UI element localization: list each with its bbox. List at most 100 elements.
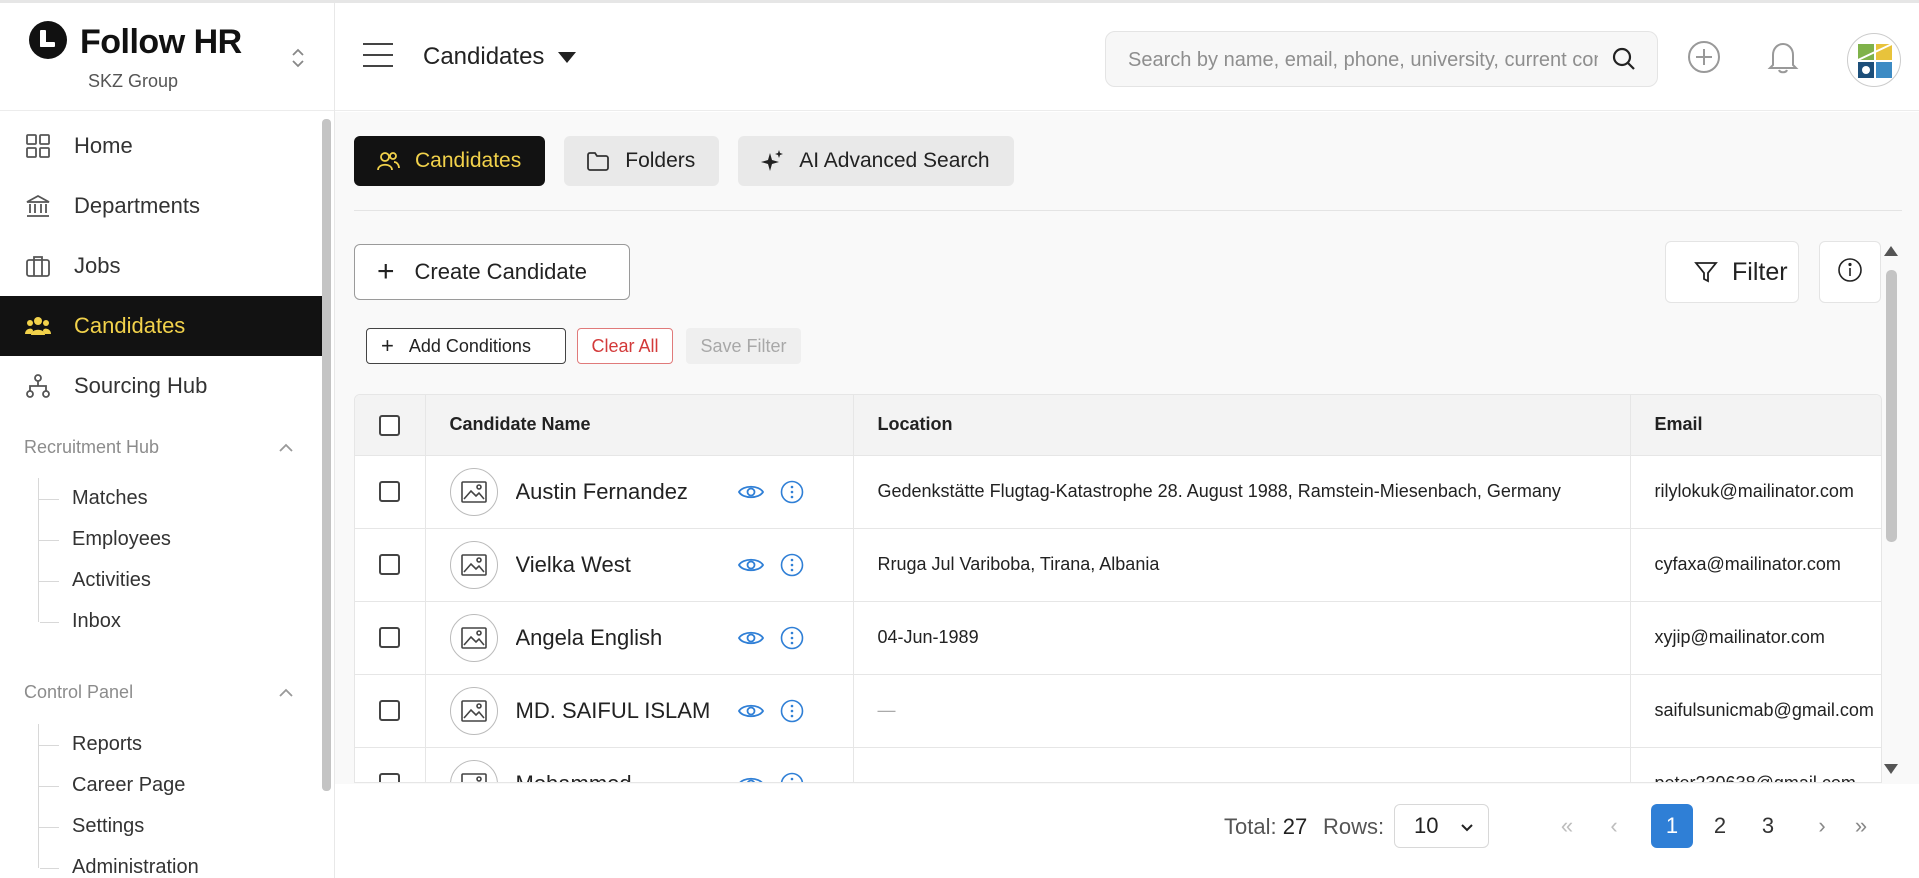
hierarchy-icon xyxy=(24,372,52,400)
prev-page-icon[interactable]: ‹ xyxy=(1599,804,1629,848)
sidebar-item-sourcing-hub[interactable]: Sourcing Hub xyxy=(0,356,322,416)
candidate-name[interactable]: MD. SAIFUL ISLAM xyxy=(516,698,734,724)
more-info-icon[interactable] xyxy=(780,480,804,504)
candidate-name[interactable]: Angela English xyxy=(516,625,734,651)
eye-icon[interactable] xyxy=(738,775,764,782)
plus-icon: + xyxy=(381,333,394,358)
sidebar-item-matches[interactable]: Matches xyxy=(39,478,298,519)
candidate-name[interactable]: Austin Fernandez xyxy=(516,479,734,505)
row-checkbox[interactable] xyxy=(379,554,401,576)
table-scrollbar[interactable] xyxy=(1886,270,1897,542)
add-conditions-button[interactable]: + Add Conditions xyxy=(366,328,566,364)
row-select-cell xyxy=(355,747,426,782)
brand-block[interactable]: Follow HR SKZ Group xyxy=(0,3,334,111)
folder-icon xyxy=(586,150,610,172)
eye-icon[interactable] xyxy=(737,702,764,720)
eye-icon[interactable] xyxy=(737,629,764,647)
row-checkbox[interactable] xyxy=(379,700,401,722)
select-all-checkbox[interactable] xyxy=(379,414,401,436)
table-row[interactable]: MD. SAIFUL ISLAM — saifulsunicmab@gmail.co… xyxy=(355,674,1881,748)
sidebar-item-settings[interactable]: Settings xyxy=(39,806,298,847)
table-row[interactable]: Austin Fernandez Gedenkstätte Flugtag-Kat… xyxy=(355,455,1881,529)
row-checkbox[interactable] xyxy=(379,627,401,649)
tabs-divider xyxy=(354,210,1902,211)
top-header: Candidates xyxy=(335,3,1919,111)
sidebar-item-employees[interactable]: Employees xyxy=(39,519,298,560)
table-row[interactable]: Angela English 04-Jun-1989 xyjip@mailinato… xyxy=(355,601,1881,675)
users-icon xyxy=(376,150,400,172)
sidebar-item-inbox[interactable]: Inbox xyxy=(38,601,298,642)
page-3-button[interactable]: 3 xyxy=(1747,804,1789,848)
funnel-icon xyxy=(1694,260,1718,284)
candidate-name[interactable]: Vielka West xyxy=(516,552,734,578)
image-placeholder-icon xyxy=(449,759,498,782)
org-switcher-icon[interactable] xyxy=(288,47,308,73)
create-candidate-button[interactable]: + Create Candidate xyxy=(354,244,630,300)
tab-folders[interactable]: Folders xyxy=(564,136,720,186)
tab-ai-advanced-search[interactable]: AI Advanced Search xyxy=(738,136,1014,186)
candidates-table: Candidate Name Location Email Austin Fer… xyxy=(354,394,1882,783)
search-icon[interactable] xyxy=(1611,46,1637,77)
bell-icon[interactable] xyxy=(1766,39,1800,80)
user-avatar[interactable] xyxy=(1847,33,1901,87)
row-checkbox[interactable] xyxy=(379,773,401,782)
recruitment-hub-header[interactable]: Recruitment Hub xyxy=(24,437,294,458)
page-2-button[interactable]: 2 xyxy=(1699,804,1741,848)
brand-name: Follow HR xyxy=(80,23,242,61)
sidebar-item-administration[interactable]: Administration xyxy=(38,847,298,878)
more-info-icon[interactable] xyxy=(780,553,804,577)
eye-icon[interactable] xyxy=(737,556,764,574)
candidate-name-cell: MD. SAIFUL ISLAM xyxy=(425,674,854,748)
chevron-up-icon[interactable] xyxy=(278,682,294,703)
column-header-location[interactable]: Location xyxy=(853,395,1631,456)
sidebar-item-career-page[interactable]: Career Page xyxy=(39,765,298,806)
page-switcher[interactable]: Candidates xyxy=(423,43,577,71)
section-title: Recruitment Hub xyxy=(24,437,160,457)
control-panel-header[interactable]: Control Panel xyxy=(24,682,294,703)
sidebar-item-jobs[interactable]: Jobs xyxy=(0,236,322,296)
table-row[interactable]: Mohammed peter230638@gmail.com xyxy=(355,747,1881,783)
tab-candidates[interactable]: Candidates xyxy=(354,136,546,186)
filter-button[interactable]: Filter xyxy=(1665,241,1799,303)
add-circle-icon[interactable] xyxy=(1686,39,1722,80)
info-button[interactable] xyxy=(1819,241,1881,303)
rows-label: Rows: xyxy=(1323,814,1385,839)
users-icon xyxy=(24,312,52,340)
sidebar-item-departments[interactable]: Departments xyxy=(0,176,322,236)
recruitment-hub-list: Matches Employees Activities Inbox xyxy=(38,478,298,642)
table-row[interactable]: Vielka West Rruga Jul Variboba, Tirana, A… xyxy=(355,528,1881,602)
first-page-icon[interactable]: « xyxy=(1552,804,1582,848)
sidebar-item-home[interactable]: Home xyxy=(0,116,322,176)
eye-icon[interactable] xyxy=(737,483,764,501)
pagination-bar: Total: 27 Rows: 10 « ‹ 1 2 3 › » xyxy=(335,784,1919,878)
clear-all-button[interactable]: Clear All xyxy=(577,328,673,364)
rows-per-page-select[interactable]: 10 xyxy=(1394,804,1489,848)
sidebar-item-candidates[interactable]: Candidates xyxy=(0,296,327,356)
row-checkbox[interactable] xyxy=(379,481,401,503)
next-page-icon[interactable]: › xyxy=(1807,804,1837,848)
sidebar-scrollbar[interactable] xyxy=(322,119,331,791)
page-1-button[interactable]: 1 xyxy=(1651,804,1693,848)
select-all-cell xyxy=(355,395,426,456)
more-info-icon[interactable] xyxy=(780,772,804,782)
column-header-name[interactable]: Candidate Name xyxy=(425,395,854,456)
more-info-icon[interactable] xyxy=(780,699,804,723)
main-content: Candidates Folders AI Advanced Search + … xyxy=(335,112,1919,878)
column-header-email[interactable]: Email xyxy=(1630,395,1881,456)
chevron-down-icon xyxy=(1458,816,1476,842)
last-page-icon[interactable]: » xyxy=(1846,804,1876,848)
caret-down-icon xyxy=(558,51,577,63)
menu-icon[interactable] xyxy=(363,43,393,67)
chevron-up-icon[interactable] xyxy=(278,437,294,458)
sidebar-item-reports[interactable]: Reports xyxy=(39,724,298,765)
candidate-name[interactable]: Mohammed xyxy=(516,771,734,783)
more-info-icon[interactable] xyxy=(780,626,804,650)
save-filter-button[interactable]: Save Filter xyxy=(686,328,801,364)
scroll-up-arrow[interactable] xyxy=(1884,246,1898,256)
sidebar-item-activities[interactable]: Activities xyxy=(39,560,298,601)
search-input[interactable] xyxy=(1128,45,1598,75)
scroll-down-arrow[interactable] xyxy=(1884,764,1898,774)
view-tabs: Candidates Folders AI Advanced Search xyxy=(354,136,1033,186)
image-placeholder-icon xyxy=(449,467,498,516)
search-box[interactable] xyxy=(1105,31,1658,87)
